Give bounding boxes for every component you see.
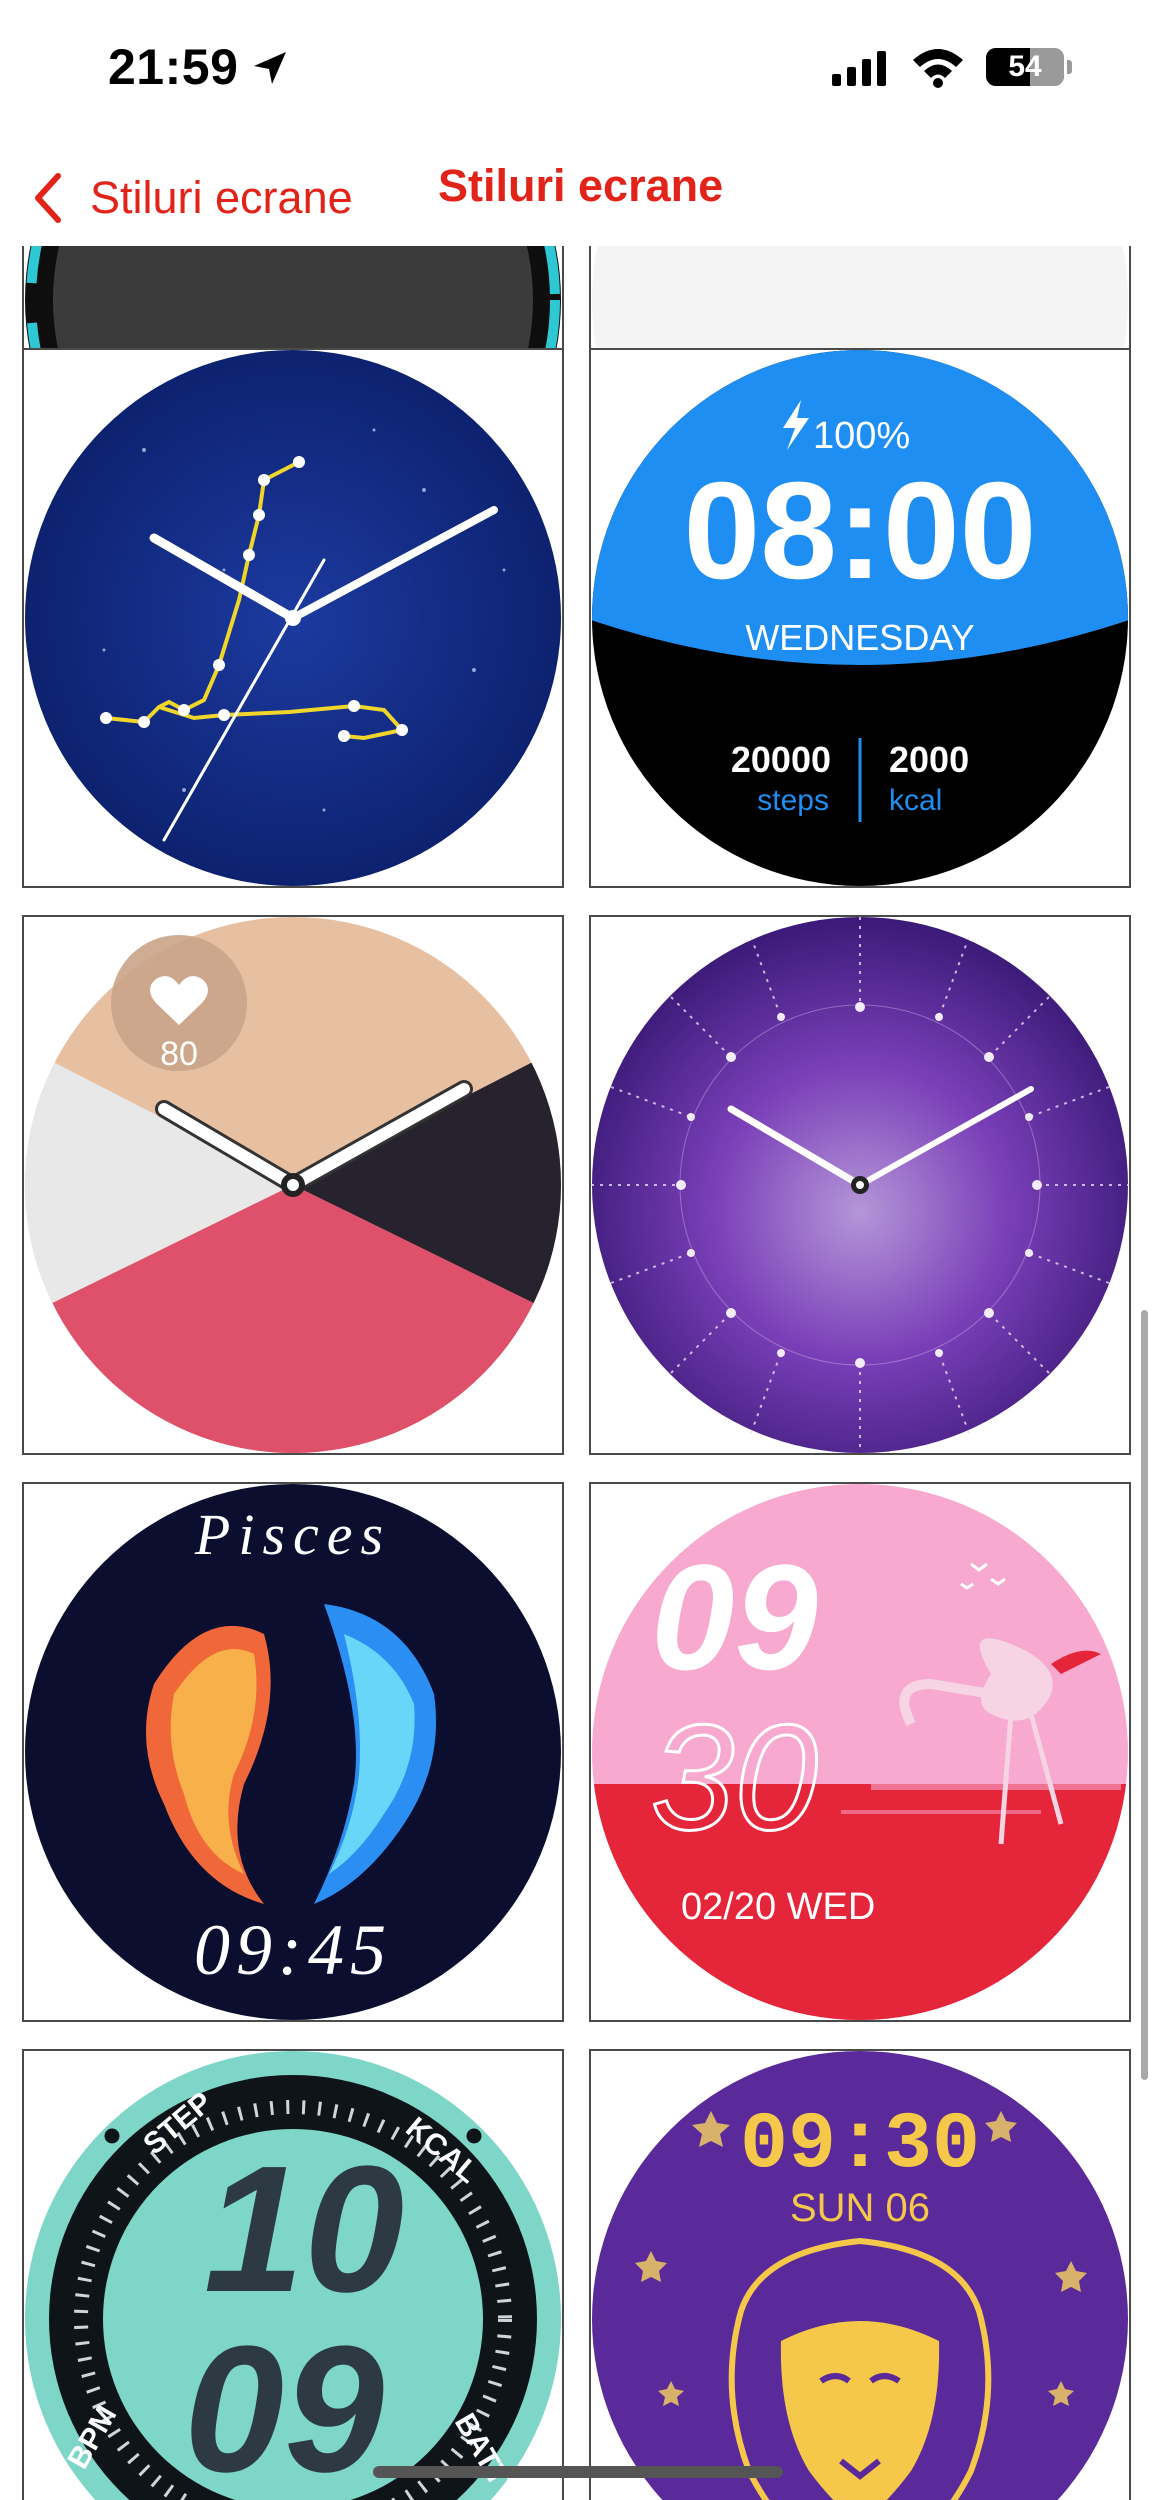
page-title: Stiluri ecrane <box>438 160 724 211</box>
digital-minute-text: 09 <box>184 2309 384 2500</box>
watch-face-tile[interactable]: 80 <box>22 915 564 1455</box>
watch-face-tile[interactable]: 09 30 02/20 WED <box>589 1482 1131 2022</box>
chevron-left-icon <box>35 173 61 223</box>
back-button[interactable]: Stiluri ecrane <box>28 168 353 228</box>
wifi-icon <box>913 49 963 88</box>
steps-label: steps <box>757 784 829 817</box>
digital-hour-text: 09 <box>651 1533 818 1701</box>
zodiac-title-text: Pisces <box>194 1502 391 1567</box>
date-text: 02/20 WED <box>681 1886 875 1928</box>
digital-hour-text: 10 <box>204 2129 404 2330</box>
kcal-label: kcal <box>889 784 942 817</box>
back-button-label: Stiluri ecrane <box>90 172 353 223</box>
watch-face-preview: STEP KCAL BPM BATT 10 09 <box>25 2051 561 2500</box>
watch-face-grid: 100% 08:00 WEDNESDAY 20000 steps 2000 kc… <box>0 246 1156 2500</box>
status-bar: 21:59 54 <box>0 0 1156 140</box>
weekday-text: WEDNESDAY <box>745 617 974 658</box>
steps-value: 20000 <box>731 739 831 780</box>
battery-level-text: 100% <box>813 415 910 457</box>
watch-face-preview <box>25 350 561 886</box>
watch-face-preview: 80 <box>25 917 561 1453</box>
watch-face-preview <box>591 917 1129 1453</box>
home-indicator[interactable] <box>373 2466 783 2478</box>
digital-time-text: 09:30 <box>740 2100 980 2191</box>
battery-icon: 54 <box>986 48 1064 86</box>
location-arrow-icon <box>254 52 286 84</box>
watch-face-preview: 100% 08:00 WEDNESDAY 20000 steps 2000 kc… <box>592 350 1128 886</box>
cellular-signal-icon <box>832 51 886 86</box>
watch-face-tile[interactable] <box>589 915 1131 1455</box>
date-text: SUN 06 <box>790 2186 930 2230</box>
watch-face-tile[interactable]: STEP KCAL BPM BATT 10 09 <box>22 2049 564 2500</box>
watch-face-tile[interactable]: 09:30 SUN 06 <box>589 2049 1131 2500</box>
watch-face-tile[interactable]: 100% 08:00 WEDNESDAY 20000 steps 2000 kc… <box>589 348 1131 888</box>
digital-time-text: 08:00 <box>684 454 1037 608</box>
watch-face-preview: Pisces 09:45 <box>25 1484 561 2020</box>
watch-face-tile[interactable] <box>22 348 564 888</box>
battery-cap <box>1067 60 1072 74</box>
digital-minute-text: 30 <box>651 1693 818 1861</box>
battery-percent: 54 <box>1008 50 1042 83</box>
scrollbar[interactable] <box>1141 1310 1148 2080</box>
watch-face-preview: 09 30 02/20 WED <box>592 1484 1128 2020</box>
status-time: 21:59 <box>108 39 239 95</box>
kcal-value: 2000 <box>889 739 969 780</box>
watch-face-preview: 09:30 SUN 06 <box>592 2051 1128 2500</box>
digital-time-text: 09:45 <box>194 1910 392 1990</box>
heart-rate-text: 80 <box>160 1035 198 1073</box>
watch-face-tile[interactable]: Pisces 09:45 <box>22 1482 564 2022</box>
